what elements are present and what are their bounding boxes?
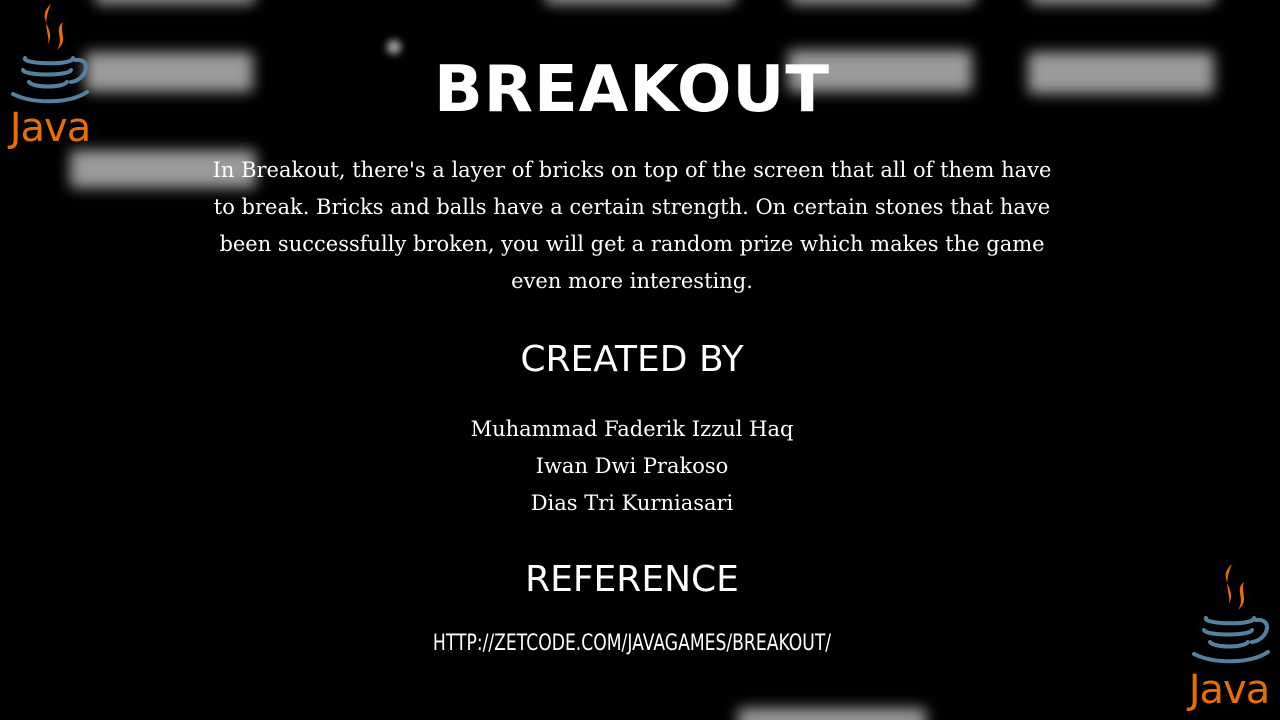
game-intro-screen: Java Java BREAKOUT In Breakout, there's … bbox=[0, 0, 1280, 720]
reference-link[interactable]: HTTP://ZETCODE.COM/JAVAGAMES/BREAKOUT/ bbox=[139, 628, 1125, 660]
background-brick bbox=[545, 0, 735, 4]
game-description: In Breakout, there's a layer of bricks o… bbox=[212, 158, 1052, 293]
author-name: Iwan Dwi Prakoso bbox=[535, 454, 729, 478]
author-name: Dias Tri Kurniasari bbox=[530, 491, 734, 515]
background-brick bbox=[738, 708, 926, 720]
created-by-heading: CREATED BY bbox=[520, 339, 744, 380]
game-title: BREAKOUT bbox=[433, 53, 831, 127]
background-brick bbox=[1030, 0, 1215, 4]
reference-heading: REFERENCE bbox=[525, 559, 739, 600]
background-brick bbox=[95, 0, 255, 4]
author-list: Muhammad Faderik Izzul Haq Iwan Dwi Prak… bbox=[0, 411, 1264, 522]
background-brick bbox=[790, 0, 975, 4]
author-name: Muhammad Faderik Izzul Haq bbox=[470, 417, 794, 441]
java-logo-word: Java bbox=[1188, 667, 1271, 713]
